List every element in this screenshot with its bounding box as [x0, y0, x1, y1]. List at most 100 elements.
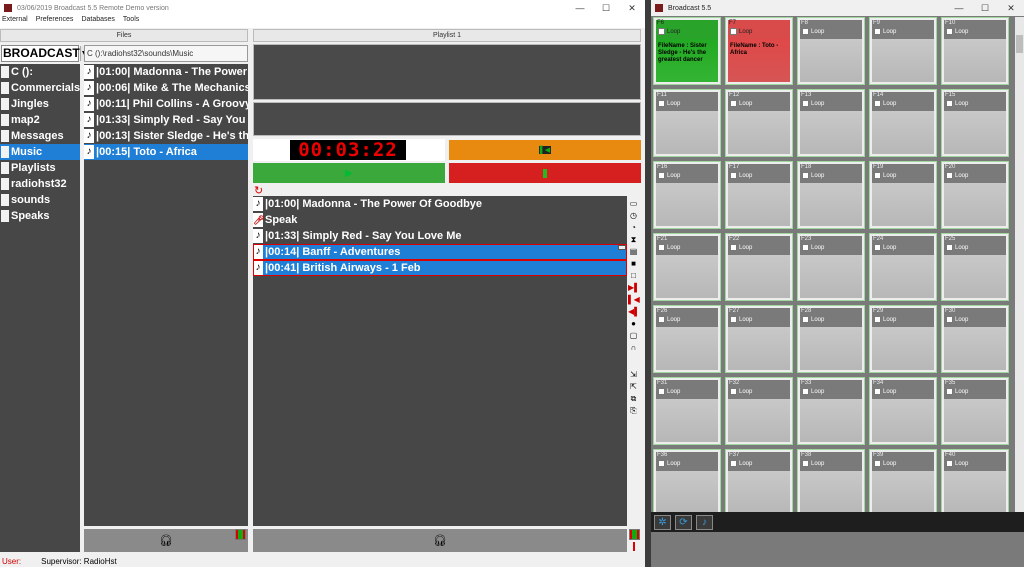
checkbox-icon[interactable] — [874, 172, 881, 179]
cart-cell[interactable]: F39 Loop — [869, 449, 937, 517]
checkbox-icon[interactable] — [802, 244, 809, 251]
checkbox-icon[interactable] — [658, 100, 665, 107]
cart-cell[interactable]: F30 Loop — [941, 305, 1009, 373]
checkbox-icon[interactable] — [874, 244, 881, 251]
loop-checkbox[interactable]: Loop — [730, 388, 752, 395]
menu-external[interactable]: External — [2, 16, 28, 28]
drive-select[interactable]: BROADCAST ▼ — [1, 45, 88, 62]
loop-checkbox[interactable]: Loop — [802, 100, 824, 107]
folder-item[interactable]: sounds — [0, 192, 80, 208]
checkbox-icon[interactable] — [802, 100, 809, 107]
cart-cell[interactable]: F20 Loop — [941, 161, 1009, 229]
checkbox-icon[interactable] — [874, 388, 881, 395]
playlist-item[interactable]: ♪ |01:33| Simply Red - Say You Love Me — [253, 228, 627, 244]
loop-checkbox[interactable]: Loop — [730, 244, 752, 251]
checkbox-icon[interactable] — [658, 388, 665, 395]
cart-cell[interactable]: F13 Loop — [797, 89, 865, 157]
file-item[interactable]: ♪|00:11| Phil Collins - A Groovy Kind Of… — [84, 96, 248, 112]
maximize-button[interactable]: ☐ — [593, 3, 619, 14]
cart-cell[interactable]: F29 Loop — [869, 305, 937, 373]
loop-checkbox[interactable]: Loop — [874, 316, 896, 323]
cart-cell[interactable]: F34 Loop — [869, 377, 937, 445]
loop-checkbox[interactable]: Loop — [946, 28, 968, 35]
checkbox-icon[interactable] — [802, 388, 809, 395]
loop-checkbox[interactable]: Loop — [730, 460, 752, 467]
close-button[interactable]: ✕ — [998, 3, 1024, 14]
checkbox-icon[interactable] — [658, 244, 665, 251]
checkbox-icon[interactable] — [658, 316, 665, 323]
folder-item[interactable]: Speaks — [0, 208, 80, 224]
checkbox-icon[interactable] — [730, 172, 737, 179]
cart-cell[interactable]: F25 Loop — [941, 233, 1009, 301]
checkbox-icon[interactable] — [658, 28, 665, 35]
cart-cell[interactable]: F26 Loop — [653, 305, 721, 373]
prev-icon[interactable]: ◀▌ — [628, 306, 640, 317]
loop-checkbox[interactable]: Loop — [802, 316, 824, 323]
file-item[interactable]: ♪ |00:15| Toto - Africa — [84, 144, 248, 160]
loop-checkbox[interactable]: Loop — [658, 244, 680, 251]
loop-checkbox[interactable]: Loop — [658, 316, 680, 323]
audio-icon[interactable]: ♪ — [696, 514, 713, 530]
folder-item[interactable]: C (): — [0, 64, 80, 80]
scrollbar-thumb[interactable] — [1016, 35, 1023, 53]
folder-item[interactable]: Commercials — [0, 80, 80, 96]
loop-checkbox[interactable]: Loop — [946, 244, 968, 251]
playlist-item[interactable]: ♪ |00:14| Banff - Adventures — [253, 244, 627, 260]
close-button[interactable]: ✕ — [619, 3, 645, 14]
checkbox-icon[interactable] — [874, 100, 881, 107]
unlock-icon[interactable]: □ — [628, 270, 639, 281]
minimize-button[interactable]: — — [946, 3, 972, 13]
loop-checkbox[interactable]: Loop — [946, 316, 968, 323]
loop-checkbox[interactable]: Loop — [874, 28, 896, 35]
cart-cell[interactable]: F17 Loop — [725, 161, 793, 229]
loop-checkbox[interactable]: Loop — [802, 244, 824, 251]
playlist-item[interactable]: 🎤︎ Speak — [253, 212, 627, 228]
checkbox-icon[interactable] — [946, 100, 953, 107]
cart-cell[interactable]: F19 Loop — [869, 161, 937, 229]
checkbox-icon[interactable] — [802, 460, 809, 467]
file-item[interactable]: ♪ |00:06| Mike & The Mechanics — [84, 80, 248, 96]
mic-icon[interactable]: ● — [628, 318, 639, 329]
cart-cell[interactable]: F24 Loop — [869, 233, 937, 301]
loop-checkbox[interactable]: Loop — [946, 388, 968, 395]
timer-icon[interactable]: ◔ — [628, 222, 639, 233]
loop-checkbox[interactable]: Loop — [874, 100, 896, 107]
cart-cell[interactable]: F36 Loop — [653, 449, 721, 517]
copy-icon[interactable]: ⧉ — [628, 393, 639, 404]
cart-cell[interactable]: F15 Loop — [941, 89, 1009, 157]
paste-icon[interactable]: ⎘ — [628, 405, 639, 416]
cart-cell[interactable]: F9 Loop — [869, 17, 937, 85]
cart-cell[interactable]: F22 Loop — [725, 233, 793, 301]
cart-cell[interactable]: F31 Loop — [653, 377, 721, 445]
folder-item[interactable]: Jingles — [0, 96, 80, 112]
cart-cell[interactable]: F10 Loop — [941, 17, 1009, 85]
folder-item[interactable]: Music — [0, 144, 80, 160]
cart-cell[interactable]: F40 Loop — [941, 449, 1009, 517]
cart-cell[interactable]: F11 Loop — [653, 89, 721, 157]
refresh-icon[interactable]: ⟳ — [675, 514, 692, 530]
cart-cell[interactable]: F38 Loop — [797, 449, 865, 517]
checkbox-icon[interactable] — [946, 172, 953, 179]
folder-item[interactable]: radiohst32 — [0, 176, 80, 192]
file-item[interactable]: ♪|01:00| Madonna - The Power Of Goodbye — [84, 64, 248, 80]
checkbox-icon[interactable] — [730, 244, 737, 251]
loop-checkbox[interactable]: Loop — [874, 172, 896, 179]
cart-cell[interactable]: F6 Loop FileName : Sister Sledge - He's th… — [653, 17, 721, 85]
loop-checkbox[interactable]: Loop — [802, 388, 824, 395]
collapse-icon[interactable] — [618, 245, 626, 250]
headset-icon[interactable]: ∩ — [628, 342, 639, 353]
playlist-item[interactable]: ♪ |01:00| Madonna - The Power Of Goodbye — [253, 196, 627, 212]
cart-cell[interactable]: F28 Loop — [797, 305, 865, 373]
checkbox-icon[interactable] — [730, 388, 737, 395]
checkbox-icon[interactable] — [730, 100, 737, 107]
folder-item[interactable]: map2 — [0, 112, 80, 128]
menu-databases[interactable]: Databases — [81, 16, 114, 28]
files-stop-indicator[interactable] — [235, 529, 246, 540]
cart-cell[interactable]: F18 Loop — [797, 161, 865, 229]
loop-checkbox[interactable]: Loop — [730, 316, 752, 323]
loop-checkbox[interactable]: Loop — [802, 28, 824, 35]
loop-checkbox[interactable]: Loop — [874, 460, 896, 467]
cart-cell[interactable]: F33 Loop — [797, 377, 865, 445]
minimize-button[interactable]: — — [567, 3, 593, 13]
stop-button[interactable] — [449, 163, 641, 183]
